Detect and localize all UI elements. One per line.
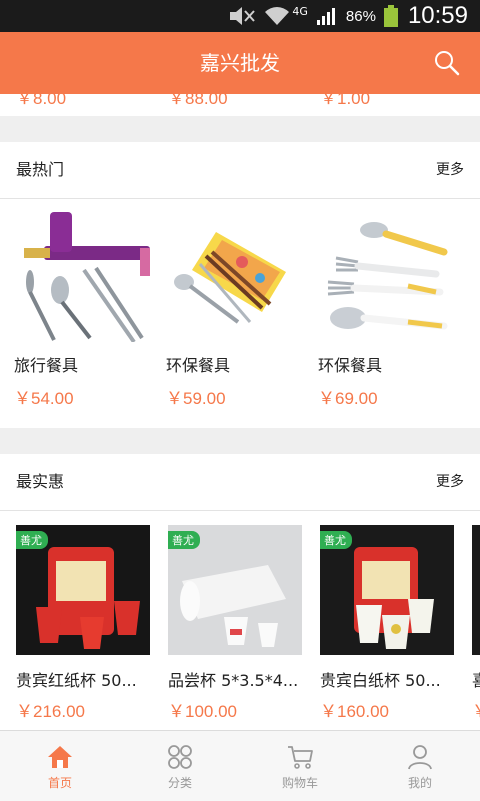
more-link[interactable]: 更多 [436,454,464,510]
battery-icon [383,5,398,27]
product-price: ￥59.00 [166,389,226,408]
battery-percent: 86% [345,7,376,25]
product-card[interactable]: 善尤 贵宾白纸杯 50... ￥160.00 [320,525,456,730]
status-bar: 4G 86% 10:59 [0,0,480,32]
product-card[interactable]: 环保餐具 ￥59.00 [166,212,302,422]
best-value-section: 最实惠 更多 善尤 贵宾红纸杯 50... ￥216.00 善尤 品尝杯 5*3… [0,454,480,730]
previous-row: ￥8.00 ￥88.00 ￥1.00 [0,94,480,116]
product-image: 善尤 [168,525,302,655]
wifi-icon [264,6,290,26]
product-card[interactable]: 善尤 品尝杯 5*3.5*4... ￥100.00 [168,525,304,730]
network-type: 4G [292,4,308,18]
product-price: ￥54.00 [14,389,74,408]
search-icon[interactable] [432,48,462,78]
signal-icon [316,6,338,26]
product-name: 旅行餐具 [14,356,79,375]
product-price: ￥ [472,697,480,722]
nav-cart[interactable]: 购物车 [240,731,360,801]
product-name: 环保餐具 [166,356,231,375]
section-header: 最热门 更多 [0,142,480,199]
product-image [14,212,150,342]
product-price: ￥69.00 [318,389,378,408]
nav-label: 首页 [47,776,72,790]
brand-badge: 善尤 [320,531,352,549]
category-icon [166,743,194,771]
product-image [472,525,480,655]
product-price: ￥216.00 [16,702,85,721]
brand-badge: 善尤 [168,531,200,549]
app-header: 嘉兴批发 [0,32,480,94]
bottom-nav: 首页 分类 购物车 我的 [0,730,480,801]
previous-price-3: ￥1.00 [320,94,371,108]
clock: 10:59 [407,2,468,29]
page-title: 嘉兴批发 [200,51,280,75]
product-name: 贵宾白纸杯 50... [320,671,441,690]
product-price: ￥160.00 [320,702,389,721]
previous-price-2: ￥88.00 [168,94,228,108]
product-image [318,212,454,342]
previous-price-1: ￥8.00 [16,94,67,108]
product-image [166,212,302,342]
more-link[interactable]: 更多 [436,142,464,198]
scroll-content[interactable]: ￥8.00 ￥88.00 ￥1.00 最热门 更多 旅行餐具 ￥54.00 环保… [0,94,480,730]
nav-home[interactable]: 首页 [0,731,120,801]
product-name: 喜 [472,667,480,691]
product-image: 善尤 [16,525,150,655]
product-name: 品尝杯 5*3.5*4... [168,671,299,690]
nav-profile[interactable]: 我的 [360,731,480,801]
nav-label: 分类 [167,776,192,790]
nav-label: 我的 [407,776,432,790]
mute-icon [228,6,256,26]
nav-label: 购物车 [281,776,318,790]
product-image: 善尤 [320,525,454,655]
product-name: 环保餐具 [318,356,383,375]
user-icon [406,743,434,771]
product-price: ￥100.00 [168,702,237,721]
product-card[interactable]: 环保餐具 ￥69.00 [318,212,454,422]
product-card[interactable]: 喜 ￥ [472,525,480,730]
product-name: 贵宾红纸杯 50... [16,671,137,690]
nav-category[interactable]: 分类 [120,731,240,801]
section-title: 最实惠 [16,472,65,491]
home-icon [46,743,74,771]
hottest-section: 最热门 更多 旅行餐具 ￥54.00 环保餐具 ￥59.00 环保餐具 ￥69.… [0,142,480,428]
brand-badge: 善尤 [16,531,48,549]
section-title: 最热门 [16,160,65,179]
section-header: 最实惠 更多 [0,454,480,511]
product-card[interactable]: 善尤 贵宾红纸杯 50... ￥216.00 [16,525,152,730]
cart-icon [286,743,314,771]
product-card[interactable]: 旅行餐具 ￥54.00 [14,212,150,422]
